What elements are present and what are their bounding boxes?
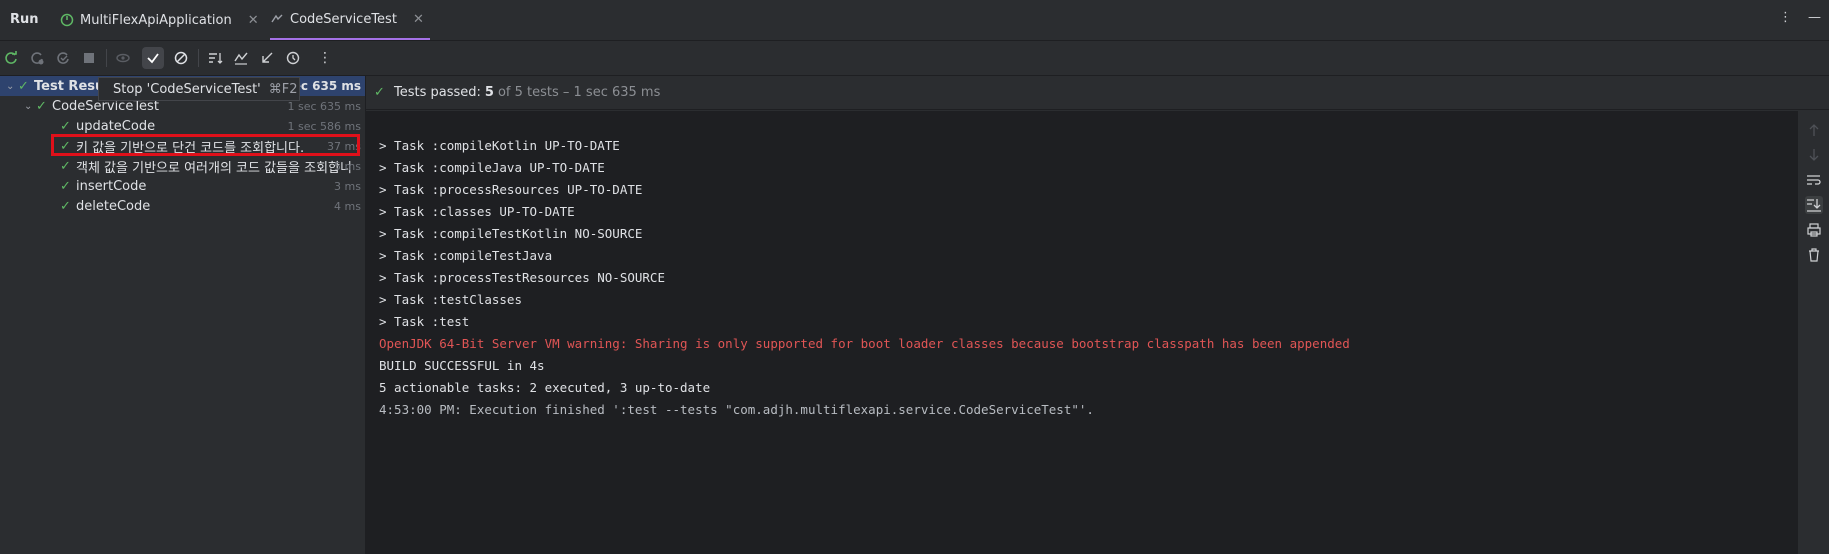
toolbar-divider — [198, 49, 199, 67]
rerun-icon[interactable] — [0, 47, 22, 69]
tree-row-test[interactable]: ✓ 객체 값을 기반으로 여러개의 코드 값들을 조회합니 5 ms — [0, 156, 365, 176]
scroll-to-end-icon[interactable] — [1805, 196, 1823, 214]
console-output[interactable]: > Task :compileKotlin UP-TO-DATE > Task :… — [366, 111, 1797, 554]
run-tool-window-title: Run — [10, 12, 39, 27]
soft-wrap-icon[interactable] — [1805, 171, 1823, 189]
console-line: BUILD SUCCESSFUL in 4s — [379, 358, 545, 373]
collapse-all-icon[interactable] — [256, 47, 278, 69]
test-status-bar: ✓ Tests passed: 5 of 5 tests – 1 sec 635… — [366, 76, 1829, 110]
stop-icon[interactable] — [78, 47, 100, 69]
more-options-icon[interactable]: ⋮ — [1779, 10, 1792, 25]
tool-window-header: Run MultiFlexApiApplication ✕ CodeServic… — [0, 0, 1829, 41]
console-line: > Task :processTestResources NO-SOURCE — [379, 270, 665, 285]
console-side-toolbar — [1797, 111, 1829, 554]
show-passed-icon[interactable] — [142, 47, 164, 69]
tree-row-test[interactable]: ✓ insertCode 3 ms — [0, 176, 365, 196]
console-line: 4:53:00 PM: Execution finished ':test --… — [379, 402, 1094, 417]
rerun-failed-icon[interactable] — [26, 47, 48, 69]
passed-check-icon: ✓ — [18, 78, 29, 94]
toolbar-divider — [106, 49, 107, 67]
console-line: 5 actionable tasks: 2 executed, 3 up-to-… — [379, 380, 711, 395]
console-line: > Task :compileTestJava — [379, 248, 553, 263]
passed-check-icon: ✓ — [374, 85, 385, 100]
print-icon[interactable] — [1805, 221, 1823, 239]
toggle-auto-test-icon[interactable] — [52, 47, 74, 69]
console-warning-line: OpenJDK 64-Bit Server VM warning: Sharin… — [379, 336, 1350, 351]
chevron-down-icon[interactable]: ⌄ — [24, 101, 36, 112]
tab-label: CodeServiceTest — [290, 11, 397, 27]
tests-passed-label: Tests passed: — [394, 85, 481, 100]
more-options-icon[interactable]: ⋮ — [314, 47, 336, 69]
tree-label: insertCode — [76, 178, 147, 194]
spring-boot-icon — [60, 13, 74, 27]
passed-check-icon: ✓ — [60, 158, 71, 174]
import-tests-icon[interactable] — [230, 47, 252, 69]
minimize-icon[interactable]: — — [1808, 10, 1821, 25]
tree-label: Test Resu — [34, 78, 105, 94]
tree-time: 1 sec 586 ms — [287, 119, 361, 133]
tests-summary: of 5 tests – 1 sec 635 ms — [497, 85, 661, 100]
eye-icon[interactable] — [112, 47, 134, 69]
arrow-up-icon[interactable] — [1805, 121, 1823, 139]
test-run-icon — [270, 12, 284, 26]
tab-label: MultiFlexApiApplication — [80, 12, 232, 28]
tooltip-text: Stop 'CodeServiceTest' — [113, 81, 261, 97]
stop-tooltip: Stop 'CodeServiceTest' ⌘F2 — [98, 77, 300, 101]
tree-time: ec 635 ms — [292, 79, 361, 93]
passed-check-icon: ✓ — [36, 98, 47, 114]
sort-icon[interactable] — [204, 47, 226, 69]
console-line: > Task :compileKotlin UP-TO-DATE — [379, 138, 620, 153]
tests-passed-count: 5 — [484, 85, 494, 100]
close-icon[interactable]: ✕ — [248, 13, 259, 28]
tab-multiflexapiapplication[interactable]: MultiFlexApiApplication ✕ — [60, 0, 259, 40]
tree-time: 4 ms — [334, 199, 361, 213]
highlight-box — [51, 134, 360, 156]
passed-check-icon: ✓ — [60, 178, 71, 194]
tree-time: 5 ms — [334, 159, 361, 173]
console-line: > Task :compileTestKotlin NO-SOURCE — [379, 226, 643, 241]
arrow-down-icon[interactable] — [1805, 146, 1823, 164]
tree-row-test[interactable]: ✓ updateCode 1 sec 586 ms — [0, 116, 365, 136]
console-line: > Task :test — [379, 314, 470, 329]
console-line: > Task :classes UP-TO-DATE — [379, 204, 575, 219]
close-icon[interactable]: ✕ — [413, 12, 424, 27]
trash-icon[interactable] — [1805, 246, 1823, 264]
test-runner-toolbar: ⋮ — [0, 41, 1829, 76]
passed-check-icon: ✓ — [60, 118, 71, 134]
show-ignored-icon[interactable] — [170, 47, 192, 69]
test-history-icon[interactable] — [282, 47, 304, 69]
tree-time: 1 sec 635 ms — [287, 99, 361, 113]
chevron-down-icon[interactable]: ⌄ — [6, 81, 18, 92]
tree-row-test[interactable]: ✓ deleteCode 4 ms — [0, 196, 365, 216]
console-line: > Task :testClasses — [379, 292, 522, 307]
tooltip-shortcut: ⌘F2 — [268, 81, 298, 97]
tree-label: deleteCode — [76, 198, 151, 214]
passed-check-icon: ✓ — [60, 198, 71, 214]
tree-label: 객체 값을 기반으로 여러개의 코드 값들을 조회합니 — [76, 160, 352, 176]
tree-time: 3 ms — [334, 179, 361, 193]
console-line: > Task :compileJava UP-TO-DATE — [379, 160, 605, 175]
console-line: > Task :processResources UP-TO-DATE — [379, 182, 643, 197]
tab-codeservicetest[interactable]: CodeServiceTest ✕ — [270, 0, 430, 40]
tree-label: updateCode — [76, 118, 156, 134]
